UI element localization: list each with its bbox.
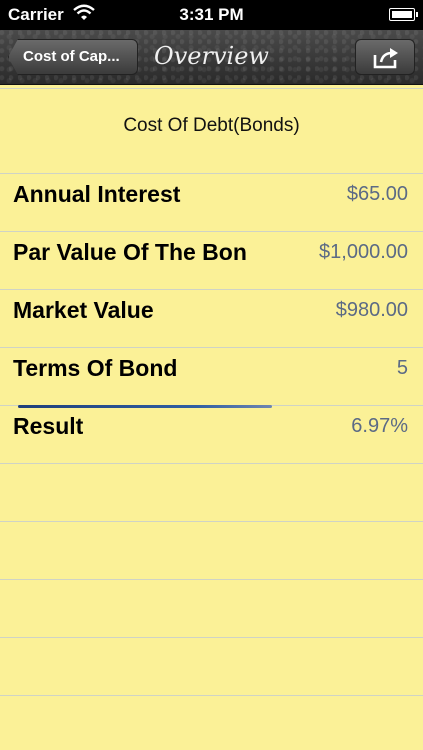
row-label: Result [13,413,84,439]
row-value: $65.00 [346,183,408,205]
row-value: $1,000.00 [319,241,408,263]
row-label: Market Value [13,297,154,323]
status-time: 3:31 PM [179,5,244,24]
status-bar: Carrier 3:31 PM [0,0,423,30]
share-icon [373,48,398,69]
row-market-value[interactable]: Market Value $980.00 [0,285,423,343]
share-button[interactable] [355,39,415,75]
notepad-content: Cost Of Debt(Bonds) Annual Interest $65.… [0,85,423,750]
row-value: 6.97% [351,415,408,437]
row-value: 5 [396,357,408,379]
section-header: Cost Of Debt(Bonds) [123,115,300,136]
row-result: Result 6.97% [0,401,423,459]
battery-icon [389,8,418,21]
row-label: Annual Interest [13,181,181,207]
row-par-value[interactable]: Par Value Of The Bon $1,000.00 [0,227,423,285]
row-annual-interest[interactable]: Annual Interest $65.00 [0,169,423,227]
navigation-bar: Cost of Cap... Overview [0,30,423,85]
row-value: $980.00 [335,299,408,321]
row-terms-of-bond[interactable]: Terms Of Bond 5 [0,343,423,401]
row-label: Par Value Of The Bon [13,239,247,265]
row-label: Terms Of Bond [13,355,178,381]
